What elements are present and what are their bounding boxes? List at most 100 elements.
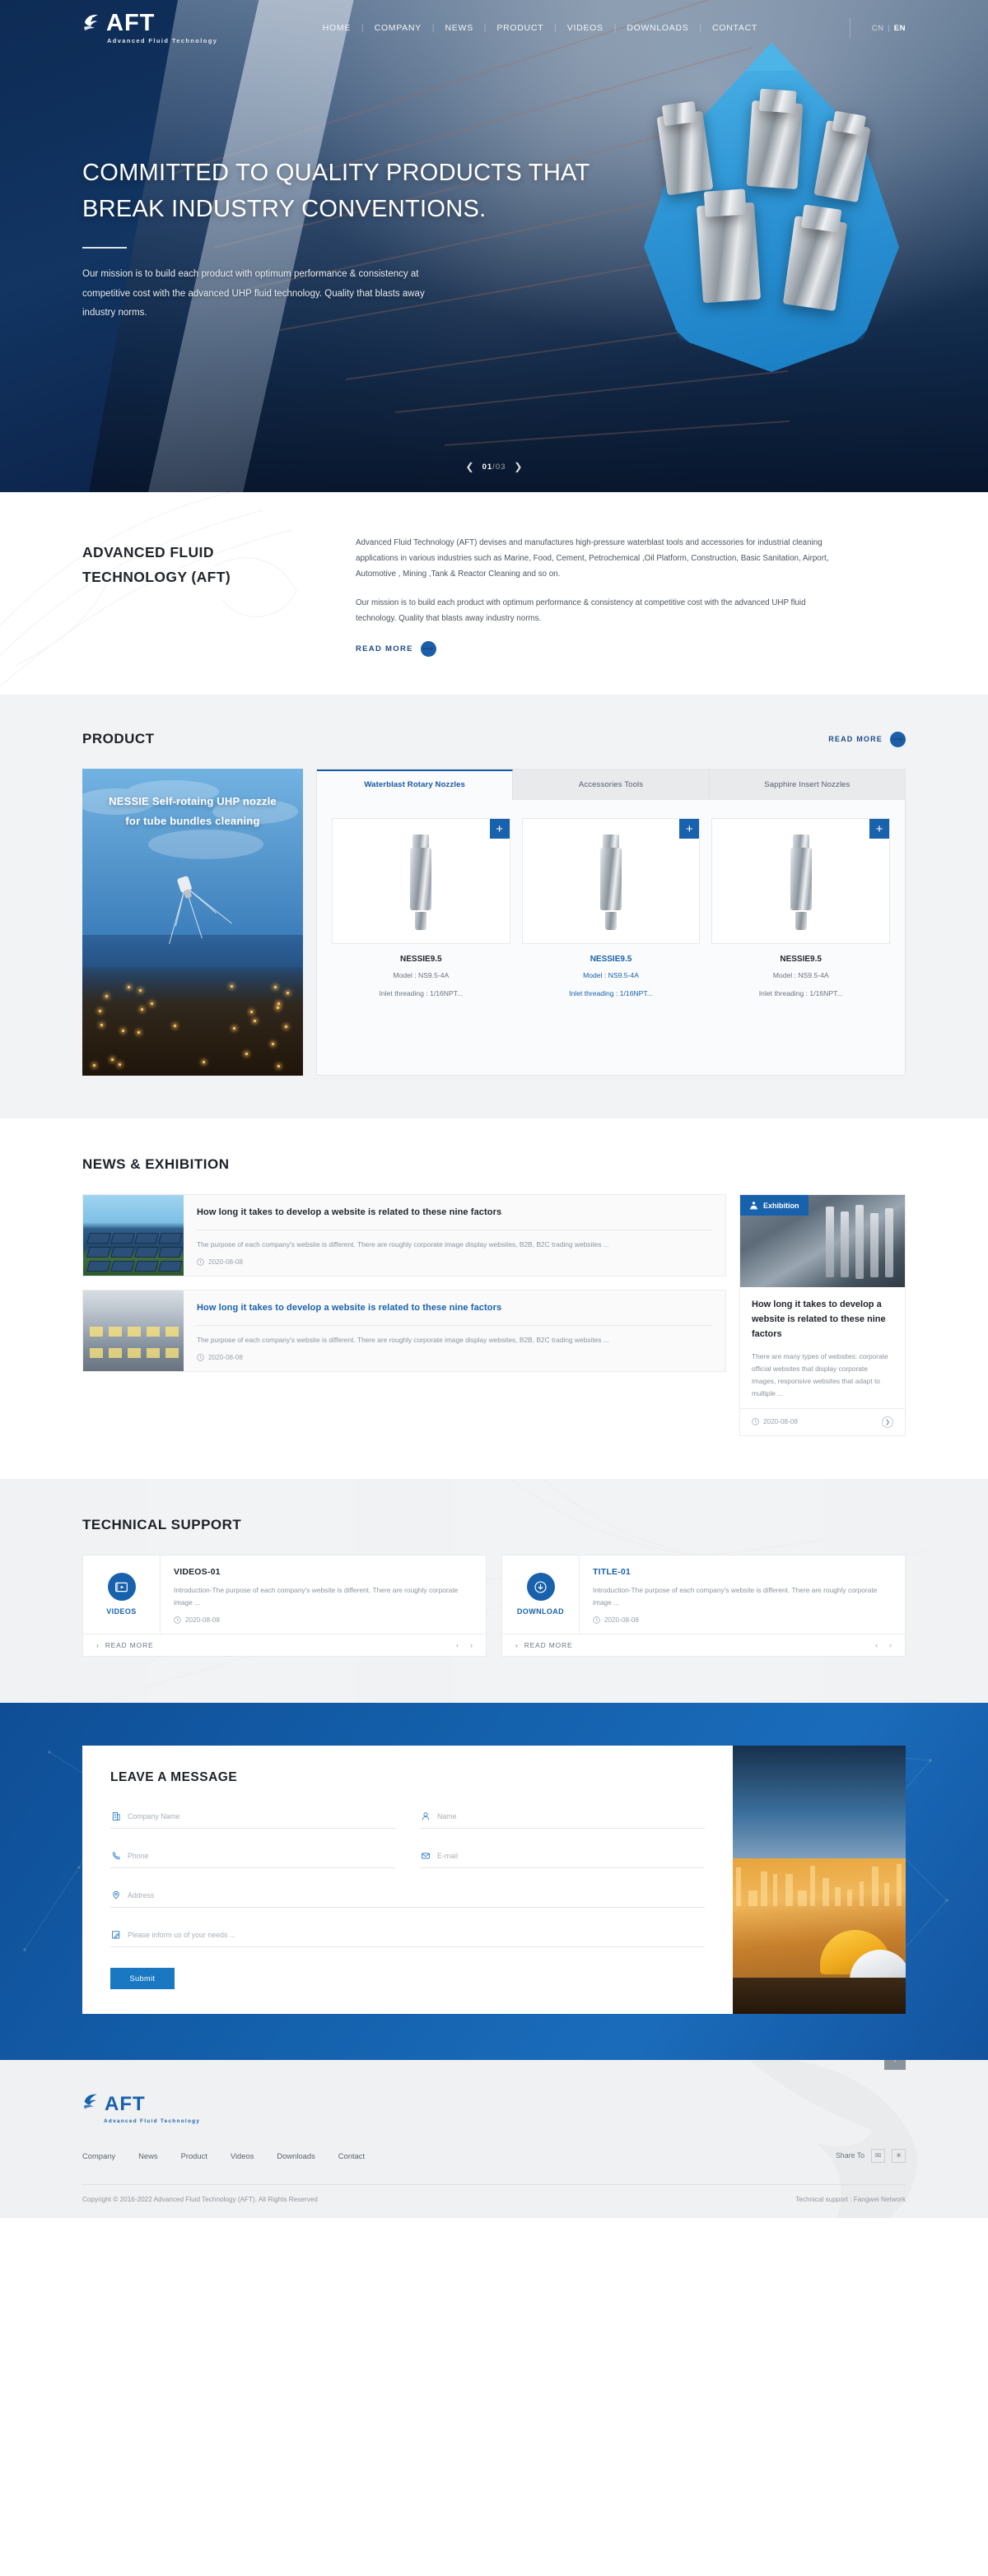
exhibition-title: How long it takes to develop a website i…	[752, 1298, 893, 1341]
exhibition-card[interactable]: Exhibition How long it takes to develop …	[739, 1194, 906, 1435]
tech-card-date-wrap: 2020-08-08	[174, 1616, 473, 1624]
chevron-right-icon[interactable]: ❯	[882, 1416, 893, 1428]
refinery-structure	[835, 1887, 841, 1907]
exhibition-icon	[749, 1201, 758, 1210]
submit-button[interactable]: Submit	[110, 1968, 175, 1989]
tech-card[interactable]: VIDEOS VIDEOS-01 Introduction-The purpose …	[82, 1555, 487, 1657]
product-promo-card[interactable]: NESSIE Self-rotaing UHP nozzle for tube …	[82, 769, 303, 1076]
carousel-next-icon[interactable]: ❯	[514, 461, 522, 472]
product-card-model: Model : NS9.5-4A	[711, 969, 890, 981]
product-card-name: NESSIE9.5	[711, 955, 890, 964]
tech-card-date: 2020-08-08	[604, 1616, 639, 1624]
nav-item-product[interactable]: PRODUCT	[486, 23, 554, 33]
footer-logo[interactable]: AFT Advanced Fluid Technology	[82, 2093, 906, 2124]
tech-next-button[interactable]: ›	[470, 1641, 473, 1649]
address-input[interactable]	[128, 1891, 705, 1899]
nav-item-company[interactable]: COMPANY	[364, 23, 432, 33]
nav-item-downloads[interactable]: DOWNLOADS	[616, 23, 699, 33]
pencil-icon	[110, 1930, 121, 1941]
news-section: NEWS & EXHIBITION How long it takes to d…	[0, 1118, 988, 1478]
product-add-button[interactable]: +	[869, 819, 889, 839]
product-card[interactable]: + NESSIE9.5 Model : NS9.5-4A Inlet threadin…	[332, 818, 510, 999]
phone-input[interactable]	[128, 1852, 395, 1860]
product-read-more-link[interactable]: READ MORE ⟶	[828, 732, 906, 747]
photo-refinery	[733, 1804, 906, 1906]
product-add-button[interactable]: +	[679, 819, 699, 839]
tech-card[interactable]: DOWNLOAD TITLE-01 Introduction-The purpose…	[501, 1555, 906, 1657]
carousel-prev-icon[interactable]: ❮	[466, 461, 474, 472]
hero-copy: COMMITTED TO QUALITY PRODUCTS THAT BREAK…	[0, 56, 988, 323]
form-field-address[interactable]	[110, 1886, 705, 1908]
product-tab-2[interactable]: Sapphire Insert Nozzles	[710, 770, 905, 800]
tech-section-title: TECHNICAL SUPPORT	[82, 1517, 241, 1533]
wechat-icon[interactable]: ✉	[871, 2149, 885, 2163]
back-to-top-button[interactable]: ↑	[884, 2060, 906, 2070]
form-field-email[interactable]	[420, 1846, 705, 1868]
hero-paragraph: Our mission is to build each product wit…	[82, 265, 436, 323]
footer-link-news[interactable]: News	[138, 2151, 157, 2160]
product-add-button[interactable]: +	[490, 819, 510, 839]
footer-link-videos[interactable]: Videos	[231, 2151, 254, 2160]
nav-item-news[interactable]: NEWS	[434, 23, 483, 33]
product-card-name: NESSIE9.5	[332, 955, 510, 964]
arrow-right-icon: ⟶	[890, 732, 906, 747]
form-field-needs[interactable]	[110, 1925, 705, 1947]
nav-item-contact[interactable]: CONTACT	[701, 23, 768, 33]
form-field-name[interactable]	[420, 1806, 705, 1829]
product-card-name: NESSIE9.5	[522, 955, 701, 964]
site-footer: ↑ AFT Advanced Fluid Technology Company N…	[0, 2060, 988, 2218]
footer-link-downloads[interactable]: Downloads	[277, 2151, 315, 2160]
form-field-company[interactable]	[110, 1806, 395, 1829]
lang-en-link[interactable]: EN	[894, 24, 906, 33]
hero-headline-line1: COMMITTED TO QUALITY PRODUCTS THAT	[82, 155, 626, 191]
news-list: How long it takes to develop a website i…	[82, 1194, 726, 1371]
tech-read-more-link[interactable]: › READ MORE	[515, 1641, 573, 1649]
needs-input[interactable]	[128, 1931, 705, 1939]
refinery-structure	[785, 1874, 793, 1907]
weibo-icon[interactable]: ☀	[892, 2149, 906, 2163]
video-icon	[108, 1573, 136, 1601]
form-field-phone[interactable]	[110, 1846, 395, 1868]
email-input[interactable]	[437, 1852, 705, 1860]
nozzle-illustration	[785, 833, 817, 930]
news-item[interactable]: How long it takes to develop a website i…	[82, 1290, 726, 1372]
arrow-right-icon: ⟶	[421, 641, 436, 657]
tech-next-button[interactable]: ›	[889, 1641, 892, 1649]
refinery-structure	[872, 1867, 878, 1906]
footer-logo-wordmark: AFT	[105, 2095, 146, 2114]
logo-tagline: Advanced Fluid Technology	[82, 37, 222, 44]
exhibition-date: 2020-08-08	[763, 1418, 798, 1425]
clock-icon	[174, 1616, 181, 1624]
product-content-row: NESSIE Self-rotaing UHP nozzle for tube …	[82, 769, 906, 1076]
clock-icon	[197, 1258, 204, 1266]
product-tab-1[interactable]: Accessories Tools	[513, 770, 709, 800]
nav-item-videos[interactable]: VIDEOS	[557, 23, 614, 33]
about-read-more-link[interactable]: READ MORE ⟶	[356, 641, 436, 657]
news-item[interactable]: How long it takes to develop a website i…	[82, 1194, 726, 1276]
name-input[interactable]	[437, 1812, 705, 1820]
footer-link-product[interactable]: Product	[181, 2151, 207, 2160]
tech-prev-button[interactable]: ‹	[875, 1641, 878, 1649]
footer-share: Share To ✉ ☀	[836, 2149, 906, 2163]
product-card[interactable]: + NESSIE9.5 Model : NS9.5-4A Inlet threadin…	[522, 818, 701, 999]
tech-prev-button[interactable]: ‹	[456, 1641, 459, 1649]
promo-light	[287, 992, 289, 994]
product-tab-0[interactable]: Waterblast Rotary Nozzles	[317, 770, 513, 800]
lang-divider: |	[888, 24, 889, 32]
product-tab-label: Waterblast Rotary Nozzles	[364, 780, 465, 789]
about-body: Advanced Fluid Technology (AFT) devises …	[356, 535, 833, 657]
site-logo[interactable]: AFT Advanced Fluid Technology	[82, 12, 222, 44]
company-input[interactable]	[128, 1812, 395, 1820]
nav-item-home[interactable]: HOME	[312, 23, 361, 33]
mail-icon	[420, 1851, 431, 1862]
news-date-wrap: 2020-08-08	[197, 1258, 712, 1266]
footer-link-company[interactable]: Company	[82, 2151, 115, 2160]
footer-link-contact[interactable]: Contact	[338, 2151, 365, 2160]
lang-cn-link[interactable]: CN	[872, 24, 884, 33]
refinery-structure	[810, 1866, 815, 1906]
tech-card-footer: › READ MORE ‹ ›	[502, 1634, 905, 1656]
product-card[interactable]: + NESSIE9.5 Model : NS9.5-4A Inlet threadin…	[711, 818, 890, 999]
tech-read-more-link[interactable]: › READ MORE	[96, 1641, 154, 1649]
product-card-model: Model : NS9.5-4A	[522, 969, 701, 981]
refinery-structure	[823, 1878, 829, 1907]
